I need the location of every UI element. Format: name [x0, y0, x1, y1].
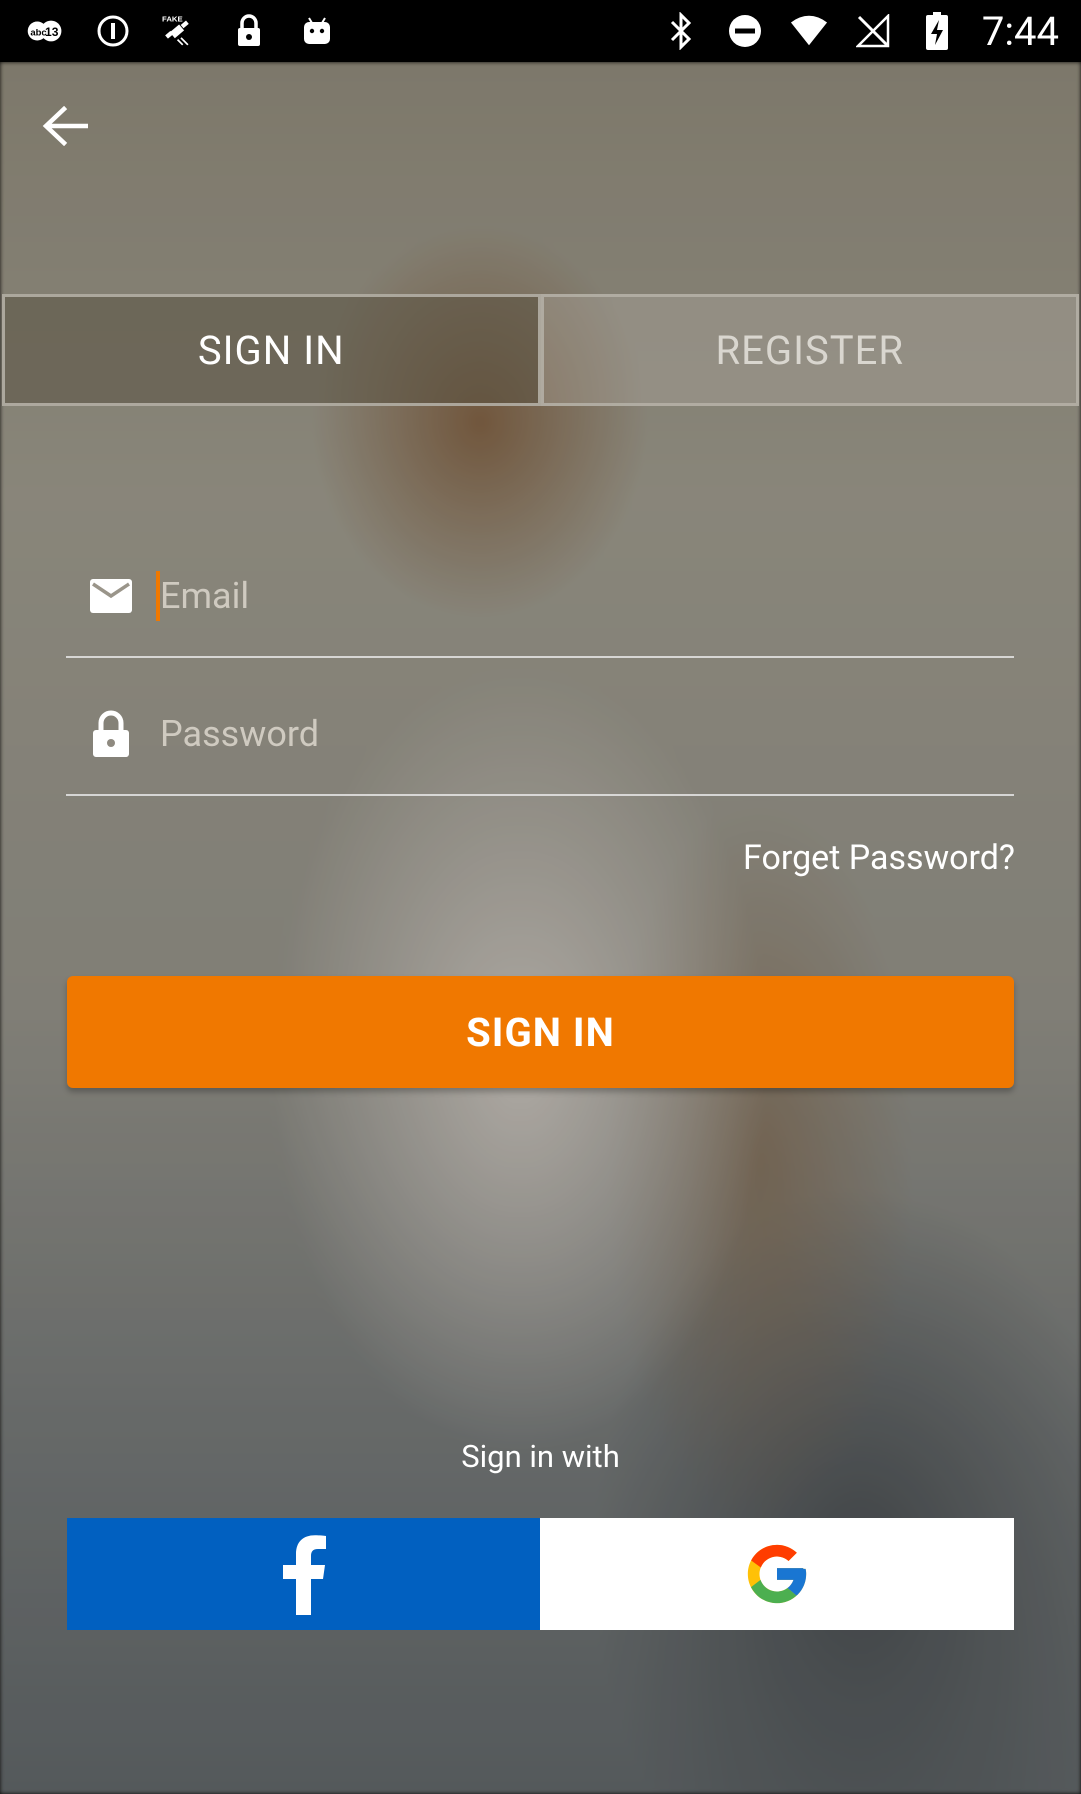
email-input[interactable] — [156, 575, 1014, 617]
tab-sign-in[interactable]: SIGN IN — [2, 294, 541, 406]
clock: 7:44 — [981, 7, 1059, 55]
no-signal-icon — [854, 12, 892, 50]
email-field-row — [66, 536, 1014, 658]
google-sign-in-button[interactable] — [540, 1518, 1014, 1630]
password-field-row — [66, 674, 1014, 796]
facebook-icon — [282, 1535, 326, 1615]
info-icon — [94, 12, 132, 50]
wifi-icon — [790, 12, 828, 50]
do-not-disturb-icon — [726, 12, 764, 50]
battery-charging-icon — [918, 12, 956, 50]
facebook-sign-in-button[interactable] — [67, 1518, 540, 1630]
android-icon — [298, 12, 336, 50]
lock-icon — [230, 12, 268, 50]
arrow-left-icon — [42, 106, 88, 146]
social-sign-in-heading: Sign in with — [461, 1438, 620, 1475]
bluetooth-icon — [662, 12, 700, 50]
svg-text:13: 13 — [45, 25, 59, 39]
status-bar: abc 13 FAKE 7:44 — [0, 0, 1081, 62]
back-button[interactable] — [36, 100, 94, 152]
sign-in-button[interactable]: SIGN IN — [67, 976, 1014, 1088]
forgot-password-link[interactable]: Forget Password? — [743, 838, 1015, 878]
auth-tabs: SIGN IN REGISTER — [2, 294, 1079, 406]
tab-register[interactable]: REGISTER — [540, 294, 1079, 406]
abc13-icon: abc 13 — [26, 12, 64, 50]
svg-text:FAKE: FAKE — [162, 15, 183, 24]
social-sign-in-buttons — [67, 1518, 1014, 1630]
fake-gps-icon: FAKE — [162, 12, 200, 50]
password-input[interactable] — [156, 713, 1014, 755]
mail-icon — [86, 571, 136, 621]
password-lock-icon — [86, 709, 136, 759]
google-icon — [747, 1544, 807, 1604]
